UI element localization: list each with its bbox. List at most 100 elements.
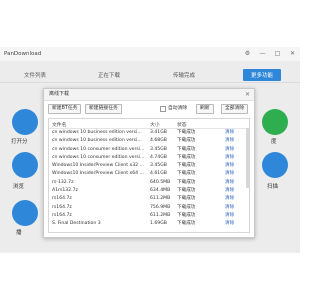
file-name: Windows10 InsiderPreview Client x32 ... bbox=[52, 163, 144, 169]
auto-clear-label: 自动清除 bbox=[168, 106, 188, 111]
feature-label-left-2: 浏览 bbox=[13, 184, 25, 190]
list-rows: cn windows 10 business edition versi... 3… bbox=[49, 129, 249, 229]
new-bt-task-button[interactable]: 新建BT任务 bbox=[48, 104, 82, 114]
feature-icon-right-1[interactable] bbox=[262, 109, 288, 135]
task-status: 下载成功 bbox=[177, 171, 196, 177]
dialog-close-icon[interactable]: ✕ bbox=[245, 89, 250, 100]
table-row[interactable]: rs164.7z 611.2MB 下载成功 清除 bbox=[49, 212, 249, 220]
table-row[interactable]: cn windows 10 business edition versi... 3… bbox=[49, 129, 249, 137]
clear-link[interactable]: 清除 bbox=[225, 129, 234, 137]
table-row[interactable]: S. Final Destination 3 1.69GB 下载成功 清除 bbox=[49, 220, 249, 228]
offline-download-dialog: 离线下载 ✕ 新建BT任务 新建链接任务 自动清除 刷新 全部清除 文件名 大小… bbox=[43, 88, 255, 238]
clear-link[interactable]: 清除 bbox=[225, 187, 234, 195]
close-icon[interactable]: ✕ bbox=[288, 49, 297, 59]
file-name: rs164.7z bbox=[52, 196, 72, 202]
title-bar: PanDownload ⚙ — □ ✕ bbox=[0, 47, 300, 61]
settings-icon[interactable]: ⚙ bbox=[243, 49, 252, 59]
file-size: 634.4MB bbox=[150, 188, 171, 194]
file-size: 640.5MB bbox=[150, 179, 171, 185]
feature-label-right-1: 度 bbox=[271, 139, 277, 145]
tab-more-features[interactable]: 更多功能 bbox=[243, 69, 282, 81]
file-size: 756.9MB bbox=[150, 204, 171, 210]
file-name: cn windows 10 consumer edition versi... bbox=[52, 146, 145, 152]
clear-link[interactable]: 清除 bbox=[225, 212, 234, 220]
clear-link[interactable]: 清除 bbox=[225, 170, 234, 178]
feature-icon-left-2[interactable] bbox=[12, 152, 38, 178]
clear-all-button[interactable]: 全部清除 bbox=[221, 104, 249, 114]
file-size: 4.61GB bbox=[150, 171, 167, 177]
table-row[interactable]: cn windows 10 consumer edition versi... 4… bbox=[49, 154, 249, 162]
refresh-button[interactable]: 刷新 bbox=[196, 104, 214, 114]
feature-icon-left-3[interactable] bbox=[12, 200, 38, 226]
tabs-divider bbox=[0, 82, 300, 83]
dialog-title: 离线下载 bbox=[49, 91, 70, 97]
task-status: 下载成功 bbox=[177, 188, 196, 194]
table-row[interactable]: Windows10 InsiderPreview Client x64 ... 4… bbox=[49, 170, 249, 178]
file-name: rs164.7z bbox=[52, 204, 72, 210]
clear-link[interactable]: 清除 bbox=[225, 179, 234, 187]
dialog-toolbar: 新建BT任务 新建链接任务 自动清除 刷新 全部清除 bbox=[44, 101, 254, 116]
column-name[interactable]: 文件名 bbox=[52, 121, 147, 128]
tab-file-list[interactable]: 文件列表 bbox=[24, 71, 46, 79]
file-name: rs-132.7z bbox=[52, 179, 74, 185]
list-header: 文件名 大小 状态 bbox=[49, 119, 249, 129]
clear-link[interactable]: 清除 bbox=[225, 195, 234, 203]
maximize-icon[interactable]: □ bbox=[273, 49, 282, 59]
list-scrollbar[interactable] bbox=[246, 128, 249, 188]
file-name: S. Final Destination 3 bbox=[52, 221, 101, 227]
task-status: 下载成功 bbox=[177, 179, 196, 185]
new-link-task-button[interactable]: 新建链接任务 bbox=[85, 104, 122, 114]
file-name: cn windows 10 business edition versi... bbox=[52, 138, 142, 144]
column-size[interactable]: 大小 bbox=[150, 121, 160, 128]
task-status: 下载成功 bbox=[177, 204, 196, 210]
file-size: 3.45GB bbox=[150, 163, 167, 169]
feature-icon-left-1[interactable] bbox=[12, 109, 38, 135]
table-row[interactable]: rs-132.7z 640.5MB 下载成功 清除 bbox=[49, 179, 249, 187]
main-tabs: 文件列表 正在下载 传输完成 更多功能 bbox=[0, 69, 300, 81]
table-row[interactable]: rs164.7z 611.2MB 下载成功 清除 bbox=[49, 195, 249, 203]
clear-link[interactable]: 清除 bbox=[225, 154, 234, 162]
task-status: 下载成功 bbox=[177, 196, 196, 202]
task-status: 下载成功 bbox=[177, 221, 196, 227]
file-size: 3.41GB bbox=[150, 130, 167, 135]
table-row[interactable]: Windows10 InsiderPreview Client x32 ... 3… bbox=[49, 162, 249, 170]
table-row[interactable]: rs164.7z 756.9MB 下载成功 清除 bbox=[49, 204, 249, 212]
tab-downloading[interactable]: 正在下载 bbox=[98, 71, 120, 79]
file-size: 4.74GB bbox=[150, 154, 167, 160]
table-row[interactable]: cn windows 10 business edition versi... 4… bbox=[49, 137, 249, 145]
table-row[interactable]: cn windows 10 consumer edition versi... 3… bbox=[49, 146, 249, 154]
clear-link[interactable]: 清除 bbox=[225, 220, 234, 228]
task-status: 下载成功 bbox=[177, 138, 196, 144]
file-name: rs164.7z bbox=[52, 212, 72, 218]
task-status: 下载成功 bbox=[177, 212, 196, 218]
auto-clear-checkbox[interactable]: 自动清除 bbox=[160, 104, 187, 113]
checkbox-box[interactable] bbox=[160, 105, 166, 112]
task-list: 文件名 大小 状态 cn windows 10 business edition… bbox=[48, 118, 250, 233]
column-status[interactable]: 状态 bbox=[177, 121, 187, 128]
file-size: 3.45GB bbox=[150, 146, 167, 152]
table-row[interactable]: A1rs132.7z 634.4MB 下载成功 清除 bbox=[49, 187, 249, 195]
task-status: 下载成功 bbox=[177, 146, 196, 152]
tab-completed[interactable]: 传输完成 bbox=[173, 71, 195, 79]
file-size: 611.2MB bbox=[150, 196, 171, 202]
clear-link[interactable]: 清除 bbox=[225, 137, 234, 145]
minimize-icon[interactable]: — bbox=[258, 49, 267, 59]
task-status: 下载成功 bbox=[177, 154, 196, 160]
app-title: PanDownload bbox=[4, 51, 42, 57]
task-status: 下载成功 bbox=[177, 130, 196, 135]
feature-label-left-1: 打开分 bbox=[11, 139, 28, 145]
clear-link[interactable]: 清除 bbox=[225, 162, 234, 170]
feature-label-right-2: 扫描 bbox=[267, 184, 279, 190]
feature-label-left-3: 播 bbox=[16, 230, 22, 236]
file-size: 1.69GB bbox=[150, 221, 167, 227]
file-name: cn windows 10 business edition versi... bbox=[52, 130, 142, 135]
task-status: 下载成功 bbox=[177, 163, 196, 169]
feature-icon-right-2[interactable] bbox=[262, 152, 288, 178]
clear-link[interactable]: 清除 bbox=[225, 204, 234, 212]
clear-link[interactable]: 清除 bbox=[225, 146, 234, 154]
file-name: cn windows 10 consumer edition versi... bbox=[52, 154, 145, 160]
file-name: Windows10 InsiderPreview Client x64 ... bbox=[52, 171, 144, 177]
dialog-title-bar: 离线下载 ✕ bbox=[44, 89, 254, 101]
app-window: PanDownload ⚙ — □ ✕ 文件列表 正在下载 传输完成 更多功能 … bbox=[0, 47, 300, 253]
window-controls: ⚙ — □ ✕ bbox=[243, 49, 297, 59]
